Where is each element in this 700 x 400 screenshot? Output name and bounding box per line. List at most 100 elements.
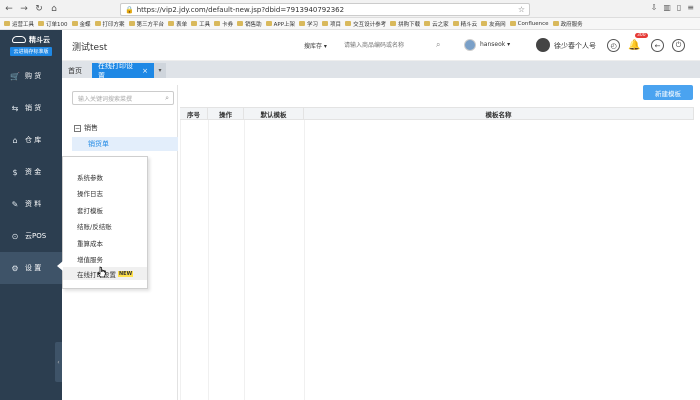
- bookmark-item[interactable]: 拼购下载: [390, 20, 420, 28]
- bookmark-item[interactable]: 销售助: [237, 20, 262, 28]
- tree-node-sales[interactable]: − 销售: [74, 123, 98, 133]
- bookmark-label: 卡券: [222, 21, 234, 28]
- bookmark-item[interactable]: Confluence: [509, 21, 549, 27]
- folder-icon: [191, 21, 198, 26]
- folder-icon: [322, 21, 329, 26]
- menu-item-label: 重算成本: [77, 239, 103, 248]
- bookmarks-bar: 运营工具 订单100 金蝶 打印方案 第三方平台 表单 工具 卡券 销售助 APP上架 学习 项目 交互…: [0, 18, 700, 30]
- bookmark-label: 工具: [199, 21, 211, 28]
- folder-icon: [509, 21, 516, 26]
- app-header: 测试test 搜库存 ▾ ⌕ hanseok ▾ 徐少春个人号 ◴ 🔔 300 …: [62, 30, 700, 61]
- sidebar-item-label: 云POS: [25, 232, 47, 240]
- power-icon[interactable]: ⏻: [672, 39, 685, 52]
- money-icon: $: [12, 167, 18, 177]
- bookmark-item[interactable]: 项目: [322, 20, 341, 28]
- browser-toolbar: ← → ↻ ⌂ 🔒 https://vip2.jdy.com/default-n…: [0, 0, 700, 18]
- folder-icon: [214, 21, 221, 26]
- sidebar-item-money[interactable]: $ 资 金: [0, 156, 62, 188]
- sidebar-item-warehouse[interactable]: ⌂ 仓 库: [0, 124, 62, 156]
- settings-menu-item[interactable]: 结账/反结账: [63, 219, 147, 232]
- settings-menu-item[interactable]: 重算成本: [63, 236, 147, 249]
- tab-overflow-button[interactable]: ▾: [154, 63, 166, 78]
- menu-icon[interactable]: ≡: [687, 3, 694, 12]
- tab-home[interactable]: 首页: [62, 63, 88, 78]
- company-title: 测试test: [72, 43, 108, 53]
- profile-avatar[interactable]: [536, 38, 550, 52]
- tree-search-input[interactable]: 输入关键词搜索菜撰 ⌕: [72, 91, 174, 105]
- settings-menu-item[interactable]: 套打模板: [63, 203, 147, 216]
- column-header[interactable]: 模板名称: [304, 108, 694, 119]
- sidebar-item-truck[interactable]: ⇆ 销 货: [0, 92, 62, 124]
- search-icon[interactable]: ⌕: [436, 40, 440, 50]
- sidebar-toggle-icon[interactable]: ▯: [677, 3, 681, 12]
- downloads-icon[interactable]: ⇩: [651, 3, 658, 12]
- new-badge: NEW: [118, 270, 134, 277]
- bookmark-item[interactable]: 金蝶: [71, 20, 91, 28]
- bookmark-item[interactable]: 表单: [168, 20, 187, 28]
- bookmark-item[interactable]: 交互设计参考: [345, 20, 386, 28]
- bookmark-item[interactable]: 友商网: [481, 20, 506, 28]
- profile-name[interactable]: 徐少春个人号: [554, 41, 596, 51]
- sidebar-item-cart[interactable]: 🛒 购 货: [0, 60, 62, 92]
- reload-icon[interactable]: ↻: [33, 3, 45, 15]
- bookmark-item[interactable]: 第三方平台: [128, 20, 164, 28]
- product-search-input[interactable]: [344, 39, 449, 51]
- bookmark-label: 交互设计参考: [353, 21, 387, 28]
- sidebar-item-label: 资 金: [25, 168, 42, 176]
- back-circle-icon[interactable]: ←: [651, 39, 664, 52]
- sidebar-item-label: 仓 库: [25, 136, 42, 144]
- settings-menu-item[interactable]: 增值服务: [63, 252, 147, 265]
- column-header[interactable]: 操作: [208, 108, 244, 119]
- app-logo: 精斗云 云进销存标准版: [0, 30, 62, 60]
- tree-node-sales-order[interactable]: 销货单: [72, 137, 178, 151]
- sidebar-item-pen[interactable]: ✎ 资 料: [0, 188, 62, 220]
- timer-icon[interactable]: ◴: [607, 39, 620, 52]
- bookmark-item[interactable]: 运营工具: [4, 20, 34, 28]
- sidebar-item-pos[interactable]: ⊙ 云POS: [0, 220, 62, 252]
- main-sidebar: 精斗云 云进销存标准版 🛒 购 货 ⇆ 销 货 ⌂ 仓 库 $ 资 金 ✎ 资 料 ⊙ 云POS ⚙ 设 …: [0, 30, 62, 400]
- bookmark-item[interactable]: 工具: [191, 20, 210, 28]
- new-template-button[interactable]: 新建模板: [643, 85, 693, 100]
- username-menu[interactable]: hanseok ▾: [480, 41, 510, 48]
- lock-icon: 🔒: [125, 5, 134, 14]
- bell-icon[interactable]: 🔔: [628, 39, 641, 52]
- template-grid-body: [180, 120, 694, 400]
- search-icon[interactable]: ⌕: [165, 94, 169, 103]
- bookmark-label: APP上架: [273, 21, 296, 28]
- back-icon[interactable]: ←: [3, 3, 15, 15]
- home-icon[interactable]: ⌂: [48, 3, 60, 15]
- search-scope-select[interactable]: 搜库存 ▾: [304, 41, 327, 50]
- bookmark-item[interactable]: 打印方案: [94, 20, 125, 28]
- sidebar-item-gear[interactable]: ⚙ 设 置: [0, 252, 62, 284]
- bookmark-star-icon[interactable]: ☆: [518, 5, 525, 14]
- bookmark-label: 项目: [330, 21, 342, 28]
- tab-online-print-settings[interactable]: 在线打印设置 ×: [92, 62, 154, 80]
- url-text: https://vip2.jdy.com/default-new.jsp?dbi…: [136, 5, 345, 14]
- sidebar-item-label: 资 料: [25, 200, 42, 208]
- bookmark-label: 云之家: [432, 21, 449, 28]
- gear-icon: ⚙: [11, 263, 19, 273]
- bookmark-item[interactable]: 云之家: [424, 20, 449, 28]
- column-header[interactable]: 序号: [180, 108, 208, 119]
- tab-close-icon[interactable]: ×: [142, 67, 148, 75]
- bookmark-item[interactable]: 政府服务: [552, 20, 583, 28]
- collapse-icon[interactable]: −: [74, 124, 81, 132]
- menu-item-label: 增值服务: [77, 255, 103, 264]
- sidebar-collapse-handle[interactable]: ‹: [55, 342, 62, 382]
- forward-icon[interactable]: →: [18, 3, 30, 15]
- address-bar[interactable]: 🔒 https://vip2.jdy.com/default-new.jsp?d…: [120, 3, 530, 16]
- column-header[interactable]: 默认模板: [244, 108, 304, 119]
- browser-actions: ⇩ ▥ ▯ ≡: [651, 3, 694, 12]
- library-icon[interactable]: ▥: [663, 3, 671, 12]
- user-avatar[interactable]: [464, 39, 476, 51]
- bookmark-item[interactable]: 订单100: [38, 20, 68, 28]
- settings-menu-item[interactable]: 操作日志: [63, 186, 147, 199]
- menu-item-label: 结账/反结账: [77, 222, 112, 231]
- bookmark-item[interactable]: 学习: [299, 20, 318, 28]
- settings-menu-item[interactable]: 系统参数: [63, 170, 147, 183]
- bookmark-item[interactable]: 卡券: [214, 20, 233, 28]
- bookmark-item[interactable]: APP上架: [265, 20, 296, 28]
- bookmark-item[interactable]: 精斗云: [452, 20, 477, 28]
- bookmark-label: 学习: [307, 21, 319, 28]
- folder-icon: [424, 21, 431, 26]
